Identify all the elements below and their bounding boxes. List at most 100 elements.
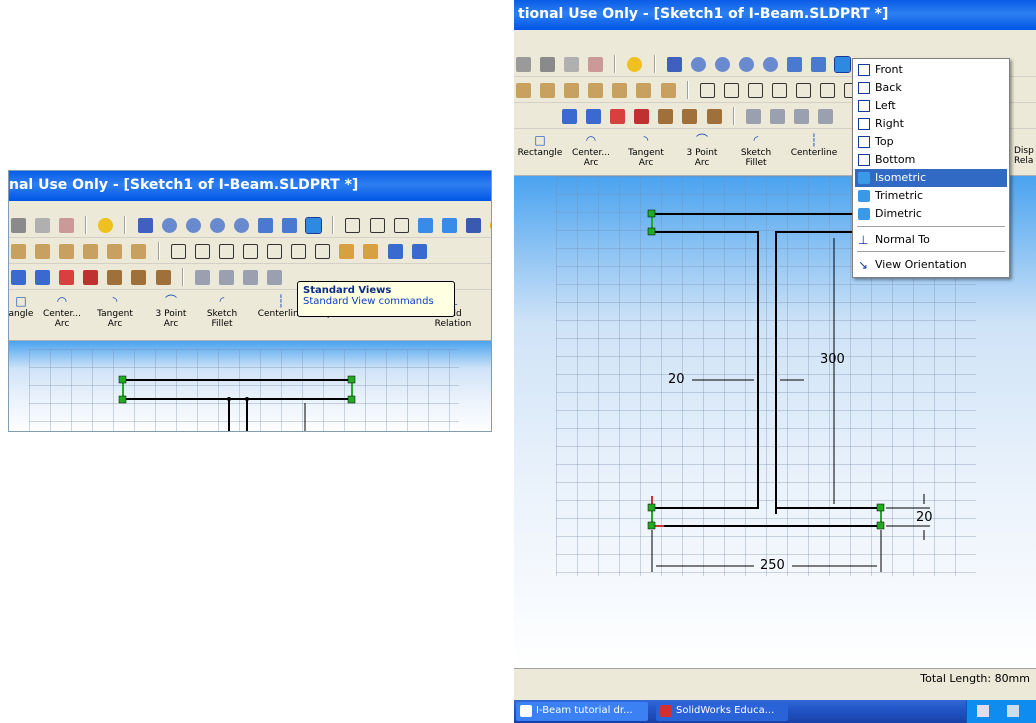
dimension-300[interactable]: 300 [820, 352, 845, 367]
help-icon[interactable] [98, 218, 114, 233]
centerline-command[interactable]: ┆ Centerline [784, 134, 844, 158]
menu-item-left[interactable]: Left [855, 97, 1007, 115]
plane-view-icon[interactable] [699, 83, 715, 98]
sketch-tool-icon[interactable] [242, 270, 258, 285]
display-relations-command[interactable]: Disp Rela [1014, 134, 1036, 166]
select-icon[interactable] [564, 57, 580, 72]
sketch-tool-icon[interactable] [636, 83, 652, 98]
dimension-flange-20[interactable]: 20 [916, 510, 933, 525]
sketch-tool-icon[interactable] [634, 109, 650, 124]
rotate-icon[interactable] [258, 218, 274, 233]
sketch-tool-icon[interactable] [706, 109, 722, 124]
taskbar-button-solidworks[interactable]: SolidWorks Educa... [656, 702, 788, 721]
menu-item-trimetric[interactable]: Trimetric [855, 187, 1007, 205]
display-icon[interactable] [387, 244, 403, 259]
smart-dimension-icon[interactable] [339, 244, 355, 259]
sketch-tool-icon[interactable] [540, 83, 556, 98]
plane-view-icon[interactable] [772, 83, 788, 98]
wireframe-icon[interactable] [345, 218, 361, 233]
options-icon[interactable] [540, 57, 556, 72]
zoom-fit-icon[interactable] [690, 57, 706, 72]
plane-view-icon[interactable] [242, 244, 258, 259]
zoom-area-icon[interactable] [185, 218, 201, 233]
shaded-icon[interactable] [441, 218, 457, 233]
sketch-tool-icon[interactable] [11, 270, 26, 285]
sketch-fillet-command[interactable]: ◜ Sketch Fillet [201, 295, 243, 329]
rectangle-command[interactable]: □ angle [9, 295, 39, 319]
dimension-250[interactable]: 250 [760, 558, 785, 573]
zoom-area-icon[interactable] [714, 57, 730, 72]
star-icon[interactable] [588, 57, 604, 72]
zoom-in-out-icon[interactable] [209, 218, 225, 233]
menu-item-back[interactable]: Back [855, 79, 1007, 97]
standard-views-icon[interactable] [834, 56, 852, 73]
realview-icon[interactable] [489, 218, 491, 233]
rotate-icon[interactable] [787, 57, 803, 72]
rectangle-command[interactable]: □ Rectangle [514, 134, 566, 158]
sketch-tool-icon[interactable] [610, 109, 626, 124]
graphics-area[interactable] [9, 341, 491, 431]
menu-item-normal-to[interactable]: ⊥ Normal To [855, 231, 1007, 249]
sketch-tool-icon[interactable] [83, 270, 99, 285]
plane-view-icon[interactable] [747, 83, 763, 98]
display-icon[interactable] [411, 244, 427, 259]
menu-item-view-orientation[interactable]: ↘ View Orientation [855, 256, 1007, 274]
pan-icon[interactable] [811, 57, 827, 72]
sketch-tool-icon[interactable] [793, 109, 809, 124]
select-icon[interactable] [666, 57, 682, 72]
standard-views-icon[interactable] [305, 217, 323, 234]
menu-item-right[interactable]: Right [855, 115, 1007, 133]
menu-item-front[interactable]: Front [855, 61, 1007, 79]
sketch-tool-icon[interactable] [35, 270, 51, 285]
zoom-in-out-icon[interactable] [738, 57, 754, 72]
menu-item-bottom[interactable]: Bottom [855, 151, 1007, 169]
sketch-tool-icon[interactable] [818, 109, 834, 124]
sketch-tool-icon[interactable] [35, 244, 51, 259]
zoom-selection-icon[interactable] [233, 218, 249, 233]
plane-view-icon[interactable] [291, 244, 307, 259]
options-icon[interactable] [11, 218, 26, 233]
plane-view-icon[interactable] [796, 83, 812, 98]
sketch-tool-icon[interactable] [11, 244, 26, 259]
shaded-edges-icon[interactable] [417, 218, 433, 233]
zoom-selection-icon[interactable] [763, 57, 779, 72]
plane-view-icon[interactable] [194, 244, 210, 259]
select-icon[interactable] [35, 218, 51, 233]
pan-icon[interactable] [282, 218, 298, 233]
sketch-tool-icon[interactable] [131, 270, 147, 285]
star-icon[interactable] [59, 218, 75, 233]
help-icon[interactable] [627, 57, 643, 72]
sketch-tool-icon[interactable] [612, 83, 628, 98]
sketch-tool-icon[interactable] [588, 83, 604, 98]
sketch-tool-icon[interactable] [83, 244, 99, 259]
sketch-tool-icon[interactable] [564, 83, 580, 98]
plane-view-icon[interactable] [170, 244, 186, 259]
relation-icon[interactable] [363, 244, 379, 259]
sketch-tool-icon[interactable] [59, 270, 75, 285]
taskbar-button-tutorial[interactable]: I-Beam tutorial dr... [516, 702, 648, 721]
sketch-tool-icon[interactable] [194, 270, 210, 285]
sketch-tool-icon[interactable] [586, 109, 602, 124]
3-point-arc-command[interactable]: ⌒ 3 Point Arc [149, 295, 193, 329]
sketch-tool-icon[interactable] [769, 109, 785, 124]
sketch-tool-icon[interactable] [131, 244, 147, 259]
plane-view-icon[interactable] [315, 244, 331, 259]
plane-view-icon[interactable] [723, 83, 739, 98]
plane-view-icon[interactable] [267, 244, 283, 259]
options-icon[interactable] [516, 57, 531, 72]
shadows-icon[interactable] [465, 218, 481, 233]
plane-view-icon[interactable] [820, 83, 836, 98]
sketch-tool-icon[interactable] [107, 244, 123, 259]
menu-item-isometric[interactable]: Isometric [855, 169, 1007, 187]
sketch-tool-icon[interactable] [562, 109, 577, 124]
sketch-tool-icon[interactable] [59, 244, 75, 259]
sketch-tool-icon[interactable] [267, 270, 283, 285]
tangent-arc-command[interactable]: ◝ Tangent Arc [624, 134, 668, 168]
center-arc-command[interactable]: ◠ Center... Arc [39, 295, 85, 329]
dimension-web-20[interactable]: 20 [668, 372, 685, 387]
sketch-tool-icon[interactable] [660, 83, 676, 98]
help-tray-icon[interactable] [977, 705, 989, 717]
hidden-lines-visible-icon[interactable] [369, 218, 385, 233]
sketch-tool-icon[interactable] [107, 270, 123, 285]
sketch-tool-icon[interactable] [516, 83, 531, 98]
